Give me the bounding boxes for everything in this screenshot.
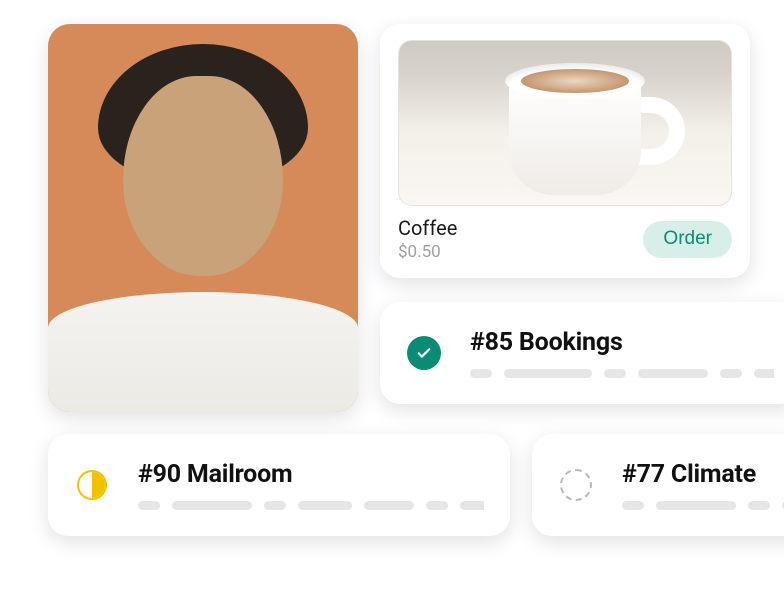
skeleton-bar	[604, 369, 626, 378]
avatar-shirt-shape	[48, 292, 358, 412]
status-in-progress-icon	[74, 467, 110, 503]
product-price: $0.50	[398, 242, 457, 262]
status-done-icon	[406, 335, 442, 371]
skeleton-bar	[720, 369, 742, 378]
skeleton-bar	[264, 501, 286, 510]
ticket-card-mailroom[interactable]: #90 Mailroom	[48, 434, 510, 536]
skeleton-row	[470, 369, 774, 378]
skeleton-bar	[754, 369, 774, 378]
product-image	[398, 40, 732, 206]
product-title: Coffee	[398, 216, 457, 240]
skeleton-bar	[298, 501, 352, 510]
ticket-card-climate[interactable]: #77 Climate	[532, 434, 784, 536]
ticket-title: #77 Climate	[622, 460, 784, 489]
skeleton-bar	[460, 501, 484, 510]
skeleton-row	[622, 501, 784, 510]
skeleton-bar	[172, 501, 252, 510]
order-button[interactable]: Order	[643, 221, 732, 258]
skeleton-bar	[748, 501, 770, 510]
skeleton-bar	[638, 369, 708, 378]
profile-photo-card	[48, 24, 358, 412]
skeleton-row	[138, 501, 484, 510]
skeleton-bar	[622, 501, 644, 510]
skeleton-bar	[138, 501, 160, 510]
ticket-card-bookings[interactable]: #85 Bookings	[380, 302, 784, 404]
skeleton-bar	[426, 501, 448, 510]
skeleton-bar	[656, 501, 736, 510]
avatar-face-shape	[123, 76, 283, 276]
product-card: Coffee $0.50 Order	[380, 24, 750, 278]
cup-coffee-shape	[521, 69, 629, 93]
skeleton-bar	[504, 369, 592, 378]
skeleton-bar	[470, 369, 492, 378]
ticket-title: #85 Bookings	[470, 328, 774, 357]
ticket-title: #90 Mailroom	[138, 460, 484, 489]
skeleton-bar	[364, 501, 414, 510]
status-pending-icon	[558, 467, 594, 503]
